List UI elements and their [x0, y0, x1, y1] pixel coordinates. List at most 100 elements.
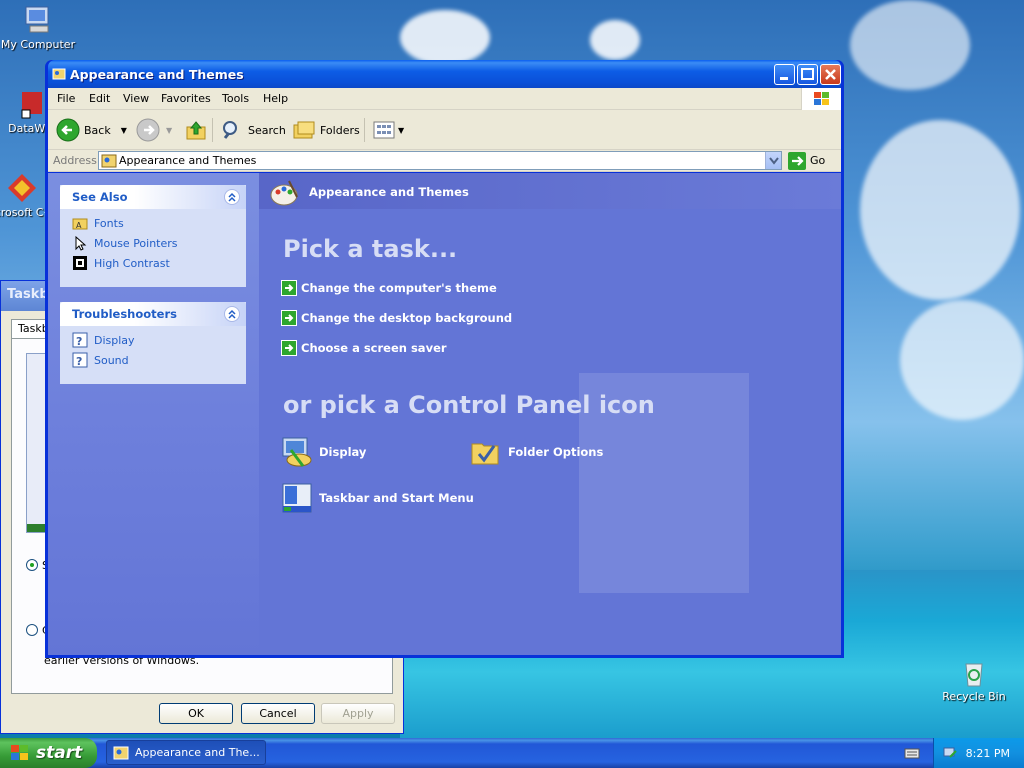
minimize-icon — [780, 77, 788, 80]
back-button[interactable]: Back ▼ — [56, 118, 127, 142]
task-change-desktop-background[interactable]: Change the desktop background — [281, 310, 512, 326]
see-also-title: See Also — [72, 190, 128, 204]
see-also-high-contrast[interactable]: High Contrast — [60, 253, 246, 273]
radio-option-2[interactable] — [26, 624, 38, 636]
taskbar-start-menu-icon — [282, 483, 312, 513]
start-label: start — [36, 743, 83, 763]
category-header: Appearance and Themes — [259, 173, 841, 209]
menu-favorites[interactable]: Favorites — [161, 92, 211, 105]
folders-button[interactable]: Folders — [292, 118, 360, 142]
task-label: Change the desktop background — [301, 311, 513, 325]
back-label: Back — [84, 123, 111, 137]
collapse-chevron-icon[interactable] — [224, 189, 240, 205]
radio-option-1[interactable] — [26, 559, 38, 571]
forward-button[interactable]: ▼ — [136, 118, 172, 142]
chevron-down-icon — [769, 157, 779, 165]
go-label: Go — [810, 154, 826, 167]
menu-bar: File Edit View Favorites Tools Help — [48, 88, 841, 110]
address-input[interactable]: Appearance and Themes — [98, 151, 782, 170]
control-panel-icon — [101, 154, 117, 168]
visual-cpp-icon — [6, 172, 38, 204]
maximize-button[interactable] — [797, 64, 818, 85]
window-title: Appearance and Themes — [70, 67, 244, 82]
task-change-theme[interactable]: Change the computer's theme — [281, 280, 497, 296]
appearance-themes-window[interactable]: Appearance and Themes File Edit View Fav… — [45, 60, 844, 658]
windows-logo-icon — [11, 745, 28, 760]
chevron-down-icon[interactable]: ▼ — [398, 126, 404, 135]
cp-icon-display[interactable]: Display — [281, 436, 366, 468]
taskbar-task-appearance[interactable]: Appearance and The... — [106, 740, 266, 765]
menu-tools[interactable]: Tools — [222, 92, 249, 105]
folder-options-icon — [471, 443, 499, 465]
close-icon — [825, 69, 836, 80]
search-icon — [223, 121, 237, 139]
ok-button[interactable]: OK — [159, 703, 233, 724]
up-folder-button[interactable] — [184, 118, 208, 142]
cp-icon-label: Display — [319, 445, 367, 459]
search-label: Search — [248, 123, 286, 137]
collapse-chevron-icon[interactable] — [224, 306, 240, 322]
address-value: Appearance and Themes — [119, 154, 257, 167]
content-area: See Also A Fonts Mouse Pointers High Con — [48, 173, 841, 655]
pick-icon-heading: or pick a Control Panel icon — [283, 391, 655, 419]
cp-icon-label: Folder Options — [508, 445, 604, 459]
help-icon: ? — [72, 352, 88, 368]
svg-text:?: ? — [76, 355, 82, 368]
see-also-header[interactable]: See Also — [60, 185, 246, 209]
taskbar-task-label: Appearance and The... — [135, 746, 260, 759]
menu-file[interactable]: File — [57, 92, 75, 105]
troubleshooter-display[interactable]: ? Display — [60, 330, 246, 350]
cp-icon-folder-options[interactable]: Folder Options — [470, 436, 603, 468]
apply-button[interactable]: Apply — [321, 703, 395, 724]
control-panel-icon — [52, 67, 66, 81]
cp-icon-taskbar-start-menu[interactable]: Taskbar and Start Menu — [281, 482, 474, 514]
views-icon — [373, 121, 395, 139]
keyboard-icon[interactable] — [904, 745, 920, 761]
menu-help[interactable]: Help — [263, 92, 288, 105]
chevron-down-icon[interactable]: ▼ — [166, 126, 172, 135]
menu-edit[interactable]: Edit — [89, 92, 110, 105]
address-bar: Address Appearance and Themes Go — [48, 150, 841, 172]
clock: 8:21 PM — [965, 746, 1010, 760]
mouse-pointer-icon — [75, 235, 87, 251]
see-also-mouse-pointers[interactable]: Mouse Pointers — [60, 233, 246, 253]
desktop-icon-my-computer[interactable]: My Computer — [0, 4, 80, 51]
task-pane: See Also A Fonts Mouse Pointers High Con — [48, 173, 259, 655]
category-title: Appearance and Themes — [309, 185, 469, 199]
chevron-down-icon[interactable]: ▼ — [121, 126, 127, 135]
cp-icon-label: Taskbar and Start Menu — [319, 491, 474, 505]
menu-view[interactable]: View — [123, 92, 149, 105]
main-pane: Appearance and Themes Pick a task... Cha… — [259, 173, 841, 655]
appearance-themes-icon — [269, 177, 301, 209]
back-arrow-icon — [56, 118, 80, 142]
close-button[interactable] — [820, 64, 841, 85]
network-icon[interactable] — [942, 745, 958, 761]
address-dropdown[interactable] — [765, 152, 781, 169]
task-arrow-icon — [281, 340, 297, 356]
svg-text:?: ? — [76, 335, 82, 348]
task-label: Choose a screen saver — [301, 341, 447, 355]
windows-flag-icon — [801, 88, 841, 110]
toolbar: Back ▼ ▼ Search Folders ▼ — [48, 110, 841, 150]
desktop-icon-recycle-bin[interactable]: Recycle Bin — [932, 656, 1016, 703]
task-choose-screen-saver[interactable]: Choose a screen saver — [281, 340, 447, 356]
troubleshooter-item-label: Display — [94, 333, 135, 347]
taskbar: start Appearance and The... 8:21 PM — [0, 738, 1024, 768]
troubleshooters-header[interactable]: Troubleshooters — [60, 302, 246, 326]
desktop-icon-label: My Computer — [0, 38, 76, 51]
troubleshooters-title: Troubleshooters — [72, 307, 177, 321]
troubleshooter-sound[interactable]: ? Sound — [60, 350, 246, 370]
address-label: Address — [53, 154, 97, 167]
fonts-folder-icon: A — [72, 218, 88, 230]
go-button[interactable]: Go — [788, 151, 825, 170]
window-titlebar[interactable]: Appearance and Themes — [48, 60, 841, 88]
forward-arrow-icon — [136, 118, 160, 142]
go-arrow-icon — [788, 151, 806, 170]
views-button[interactable]: ▼ — [372, 118, 404, 142]
search-button[interactable]: Search — [220, 118, 286, 142]
cancel-button[interactable]: Cancel — [241, 703, 315, 724]
see-also-fonts[interactable]: A Fonts — [60, 213, 246, 233]
start-button[interactable]: start — [0, 738, 97, 768]
folders-icon — [293, 121, 315, 139]
minimize-button[interactable] — [774, 64, 795, 85]
